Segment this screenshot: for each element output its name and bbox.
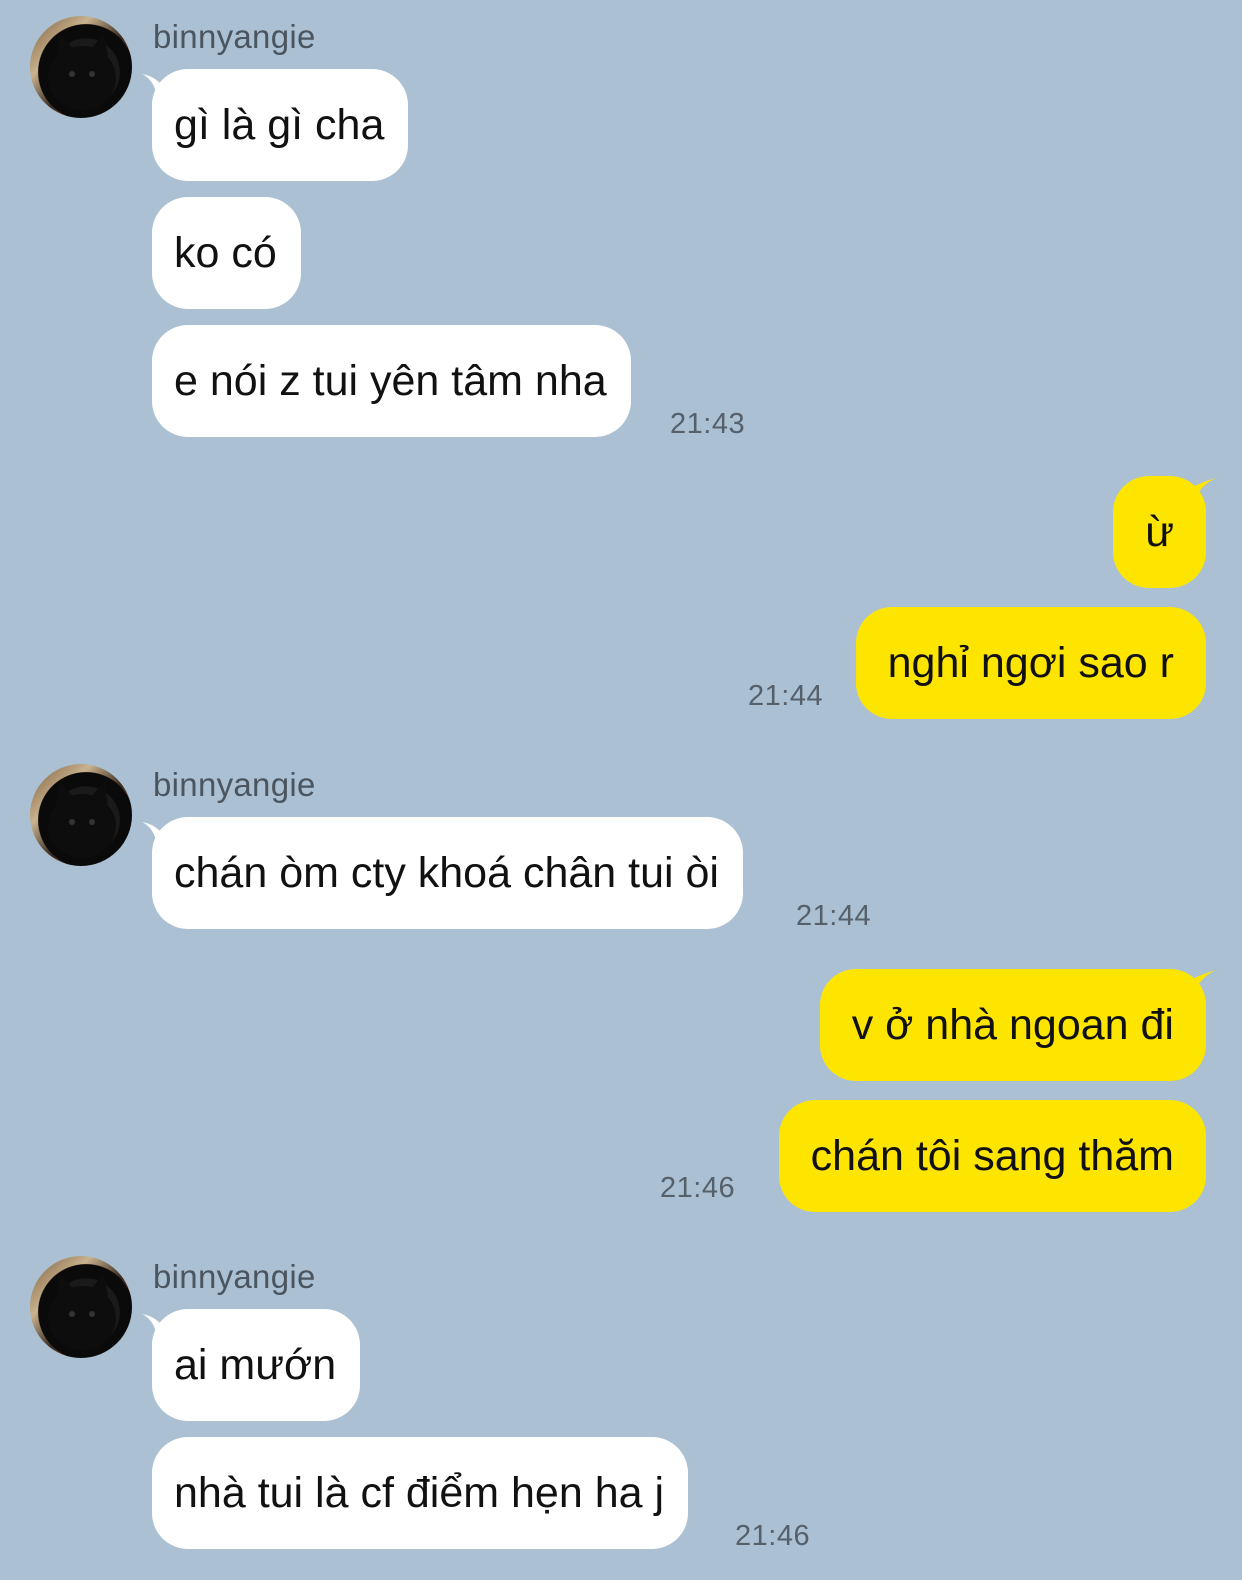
black-cat-icon [48, 782, 116, 858]
black-cat-icon [48, 1274, 116, 1350]
message-timestamp: 21:46 [735, 1520, 811, 1552]
message-bubble[interactable]: chán tôi sang thăm [778, 1100, 1206, 1212]
message-bubble[interactable]: chán òm cty khoá chân tui òi [152, 817, 743, 929]
avatar[interactable] [30, 1256, 132, 1358]
message-bubble[interactable]: nghỉ ngơi sao r [855, 607, 1206, 719]
message-bubble[interactable]: e nói z tui yên tâm nha [152, 325, 631, 437]
message-bubble[interactable]: nhà tui là cf điểm hẹn ha j [152, 1437, 689, 1549]
message-bubble[interactable]: ai mướn [152, 1309, 361, 1421]
message-timestamp: 21:44 [748, 680, 824, 712]
message-timestamp: 21:46 [660, 1172, 736, 1204]
black-cat-icon [48, 34, 116, 110]
message-timestamp: 21:43 [670, 408, 746, 440]
message-bubble[interactable]: v ở nhà ngoan đi [819, 969, 1206, 1081]
message-bubble[interactable]: gì là gì cha [152, 69, 409, 181]
sender-name: binnyangie [153, 766, 316, 803]
message-bubble[interactable]: ừ [1113, 476, 1206, 588]
sender-name: binnyangie [153, 1258, 316, 1295]
avatar[interactable] [30, 16, 132, 118]
message-bubble[interactable]: ko có [152, 197, 301, 309]
message-timestamp: 21:44 [796, 900, 872, 932]
sender-name: binnyangie [153, 18, 316, 55]
avatar[interactable] [30, 764, 132, 866]
